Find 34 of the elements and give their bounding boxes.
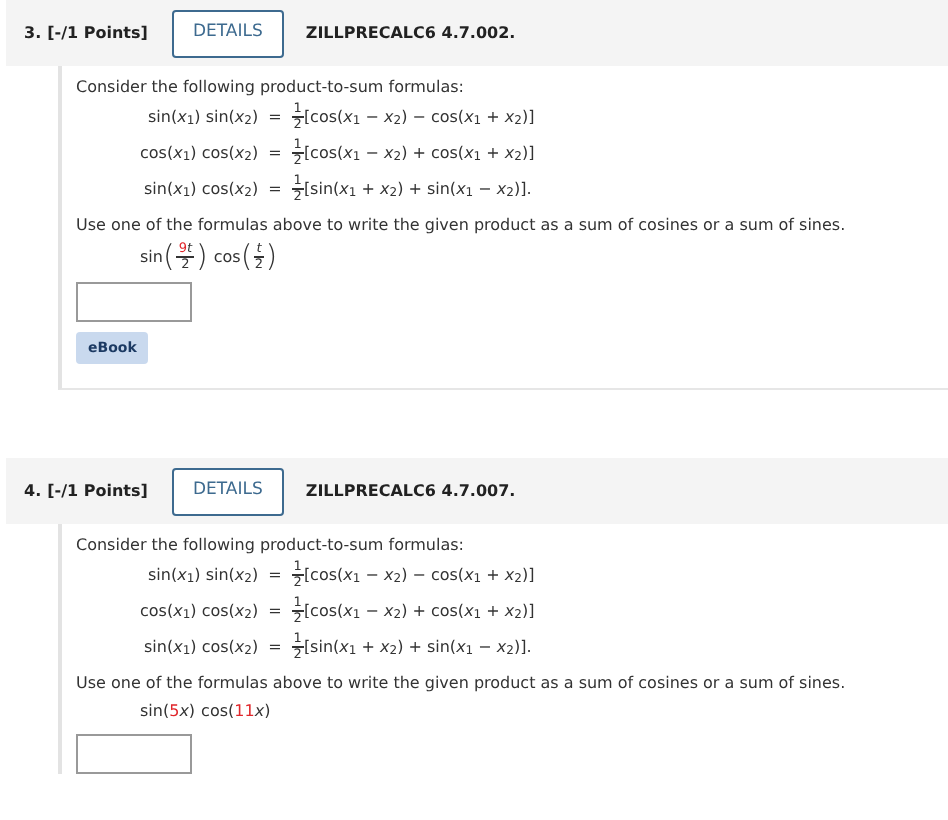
equals-sign: = — [266, 105, 284, 129]
instruction-text: Use one of the formulas above to write the given product as a sum of cosines or a sum of sines. — [76, 214, 848, 238]
points-label: [-/1 Points] — [47, 479, 148, 503]
equals-sign: = — [266, 141, 284, 165]
formula-rhs: [cos(x$_{1}$ − x$_{2}$) + cos(x$_{1}$ + x$_{2}$)] — [303, 599, 537, 623]
formula-rhs: [cos(x$_{1}$ − x$_{2}$) − cos(x$_{1}$ + x$_{2}$)] — [303, 563, 537, 587]
question-number: 4. — [24, 479, 42, 503]
points-label: [-/1 Points] — [47, 21, 148, 45]
question-number: 3. — [24, 21, 42, 45]
details-button[interactable]: DETAILS — [171, 9, 284, 57]
problem-code: ZILLPRECALC6 4.7.007. — [305, 479, 516, 503]
formula-rhs: [cos(x$_{1}$ − x$_{2}$) − cos(x$_{1}$ + x$_{2}$)] — [303, 105, 537, 129]
details-button[interactable]: DETAILS — [171, 467, 284, 515]
math-factor: sin(5x) — [140, 700, 196, 724]
math-factor: cos(11x) — [201, 700, 271, 724]
answer-field[interactable] — [76, 282, 192, 322]
equals-sign: = — [266, 599, 284, 623]
formula-lhs: sin(x$_{1}$) cos(x$_{2}$) — [142, 635, 259, 659]
equals-sign: = — [266, 177, 284, 201]
formula-lhs: sin(x$_{1}$) sin(x$_{2}$) — [146, 563, 259, 587]
problem-code: ZILLPRECALC6 4.7.002. — [305, 21, 516, 45]
formula-lhs: sin(x$_{1}$) cos(x$_{2}$) — [142, 177, 259, 201]
equals-sign: = — [266, 563, 284, 587]
equals-sign: = — [266, 635, 284, 659]
formula-rhs: [sin(x$_{1}$ + x$_{2}$) + sin(x$_{1}$ − x$_{2}$)]. — [303, 635, 534, 659]
formula-rhs: [sin(x$_{1}$ + x$_{2}$) + sin(x$_{1}$ − x$_{2}$)]. — [303, 177, 534, 201]
formula-rhs: [cos(x$_{1}$ − x$_{2}$) + cos(x$_{1}$ + x$_{2}$)] — [303, 141, 537, 165]
instruction-text: Use one of the formulas above to write the given product as a sum of cosines or a sum of sines. — [76, 672, 848, 696]
intro-text: Consider the following product-to-sum formulas: — [76, 534, 466, 558]
answer-field[interactable] — [76, 734, 192, 774]
formula-lhs: sin(x$_{1}$) sin(x$_{2}$) — [146, 105, 259, 129]
formula-lhs: cos(x$_{1}$) cos(x$_{2}$) — [140, 599, 259, 623]
formula-lhs: cos(x$_{1}$) cos(x$_{2}$) — [140, 141, 259, 165]
intro-text: Consider the following product-to-sum formulas: — [76, 76, 466, 100]
